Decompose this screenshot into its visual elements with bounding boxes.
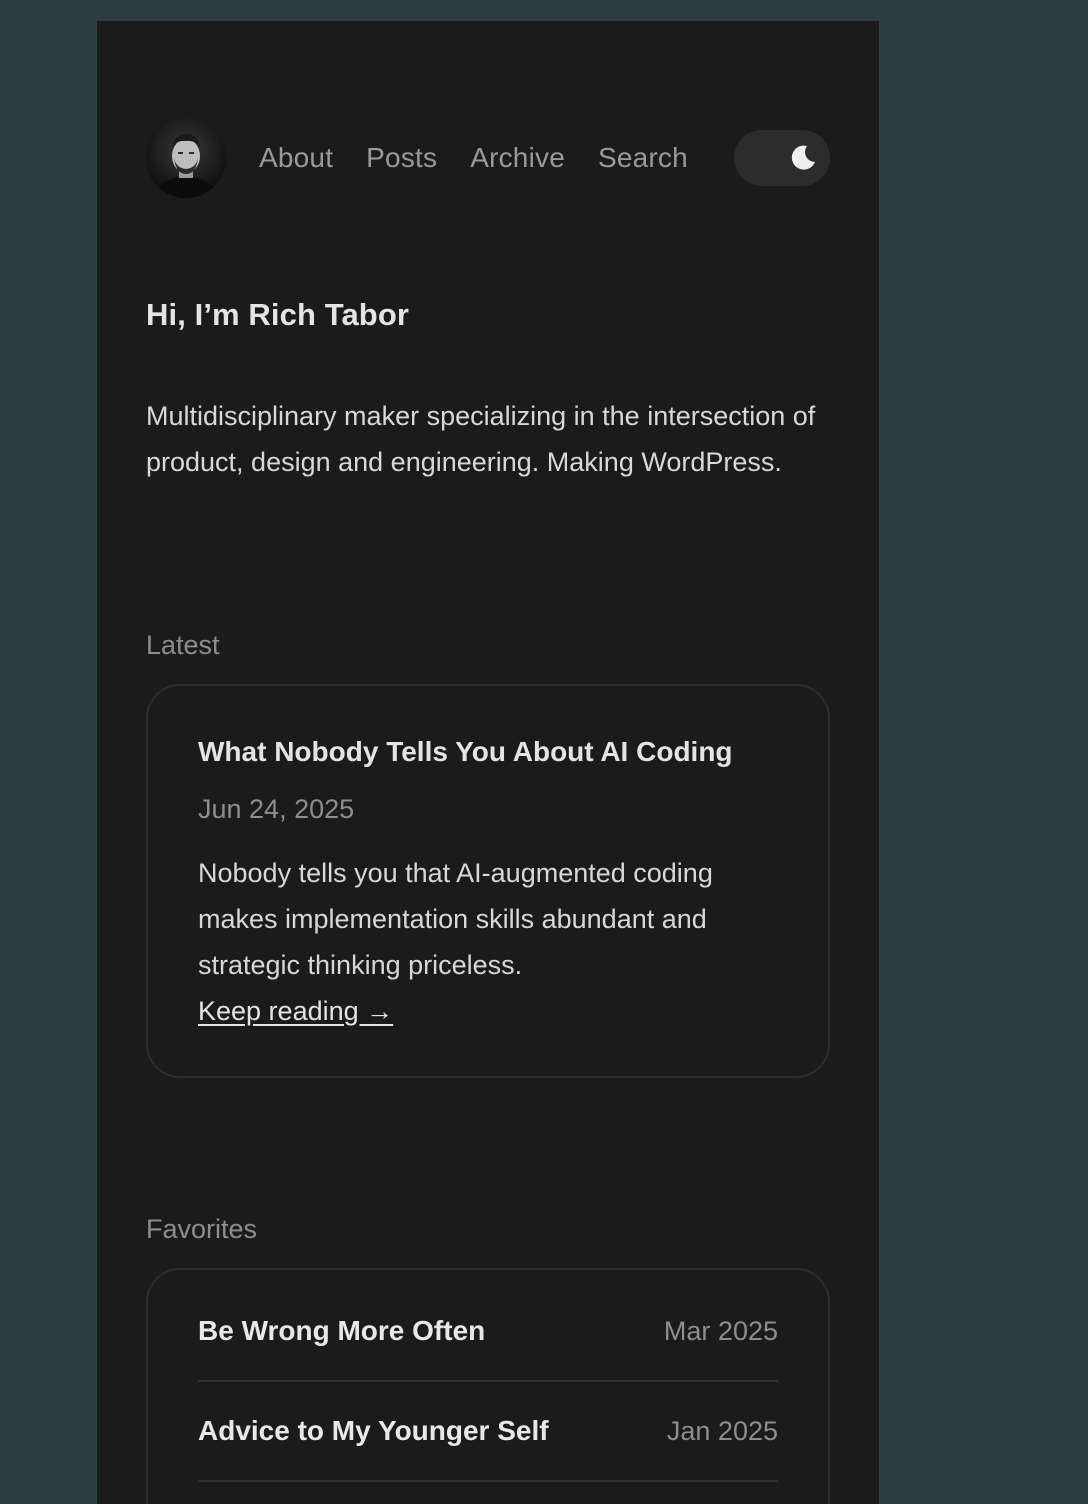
- post-title[interactable]: What Nobody Tells You About AI Coding: [198, 732, 778, 772]
- avatar[interactable]: [146, 118, 226, 198]
- favorites-card: Be Wrong More Often Mar 2025 Advice to M…: [146, 1268, 830, 1504]
- moon-icon: [791, 145, 815, 170]
- favorite-date: Mar 2025: [663, 1315, 778, 1346]
- theme-toggle[interactable]: [734, 130, 830, 186]
- favorite-title-link[interactable]: Be Wrong More Often: [198, 1315, 485, 1347]
- nav-link-archive[interactable]: Archive: [470, 142, 565, 174]
- post-title-text[interactable]: What Nobody Tells You About AI Coding: [198, 736, 733, 767]
- nav-link-posts[interactable]: Posts: [366, 142, 437, 174]
- intro-text: Multidisciplinary maker specializing in …: [146, 401, 816, 477]
- nav-link-about[interactable]: About: [259, 142, 333, 174]
- list-item: Advice to My Younger Self Jan 2025: [198, 1382, 778, 1482]
- site-header: About Posts Archive Search: [146, 117, 830, 199]
- post-excerpt-text: Nobody tells you that AI-augmented codin…: [198, 858, 713, 980]
- favorite-title-link[interactable]: Advice to My Younger Self: [198, 1415, 549, 1447]
- favorites-heading: Favorites: [146, 1214, 258, 1244]
- post-excerpt: Nobody tells you that AI-augmented codin…: [198, 850, 778, 1034]
- page-container: About Posts Archive Search Hi, I’m Rich …: [97, 21, 879, 1504]
- list-item: Be Wrong More Often Mar 2025: [198, 1282, 778, 1382]
- latest-post-card: What Nobody Tells You About AI Coding Ju…: [146, 684, 830, 1078]
- main-nav: About Posts Archive Search: [259, 142, 721, 174]
- favorite-date: Jan 2025: [666, 1415, 778, 1446]
- page-title: Hi, I’m Rich Tabor: [146, 297, 410, 332]
- keep-reading-link[interactable]: Keep reading →: [198, 996, 393, 1026]
- post-date: Jun 24, 2025: [198, 794, 355, 824]
- avatar-portrait-icon: [146, 118, 226, 198]
- nav-link-search[interactable]: Search: [598, 142, 688, 174]
- latest-heading: Latest: [146, 630, 220, 660]
